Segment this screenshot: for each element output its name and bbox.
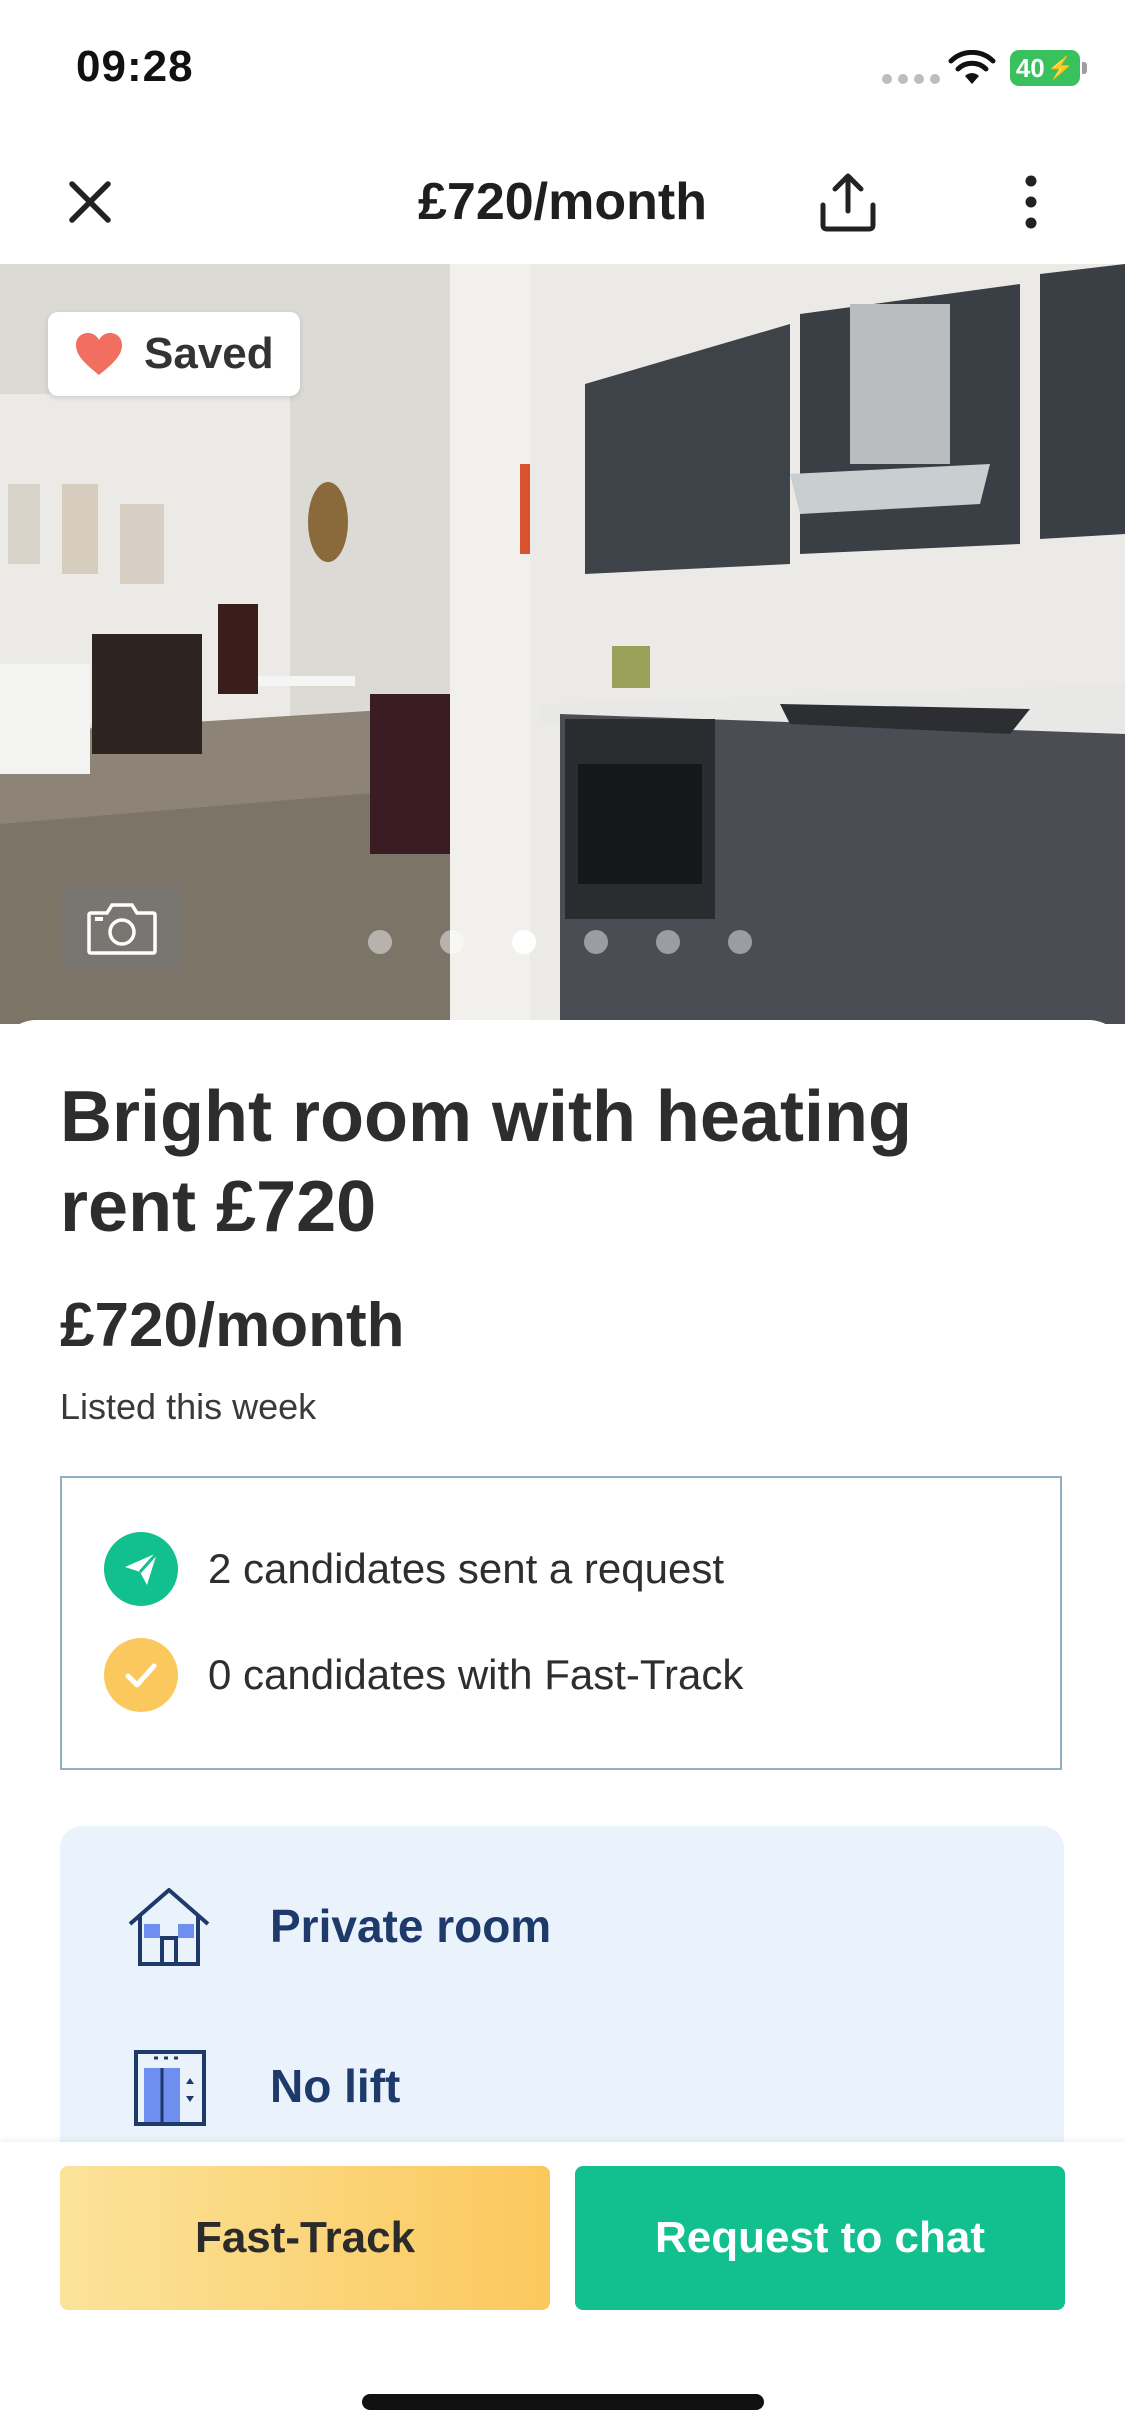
listing-title: Bright room with heating rent £720 — [60, 1077, 912, 1247]
carousel-dots — [368, 930, 752, 954]
carousel-dot[interactable] — [368, 930, 392, 954]
paper-plane-icon — [104, 1532, 178, 1606]
battery-icon: 40 ⚡ — [1010, 50, 1087, 86]
cellular-signal-icon — [882, 74, 940, 84]
nav-title: £720/month — [418, 173, 707, 231]
share-button[interactable] — [810, 162, 886, 242]
feature-private-room: Private room — [124, 1884, 551, 1968]
saved-label: Saved — [144, 329, 274, 378]
share-icon — [820, 173, 876, 232]
feature-label: No lift — [270, 2060, 401, 2112]
carousel-dot[interactable] — [728, 930, 752, 954]
status-bar: 09:28 40 ⚡ — [0, 0, 1125, 140]
carousel-dot[interactable] — [512, 930, 536, 954]
charging-bolt-icon: ⚡ — [1046, 55, 1075, 80]
saved-toggle[interactable]: Saved — [48, 312, 300, 396]
heart-icon — [76, 333, 122, 375]
lift-icon — [134, 2050, 206, 2126]
request-to-chat-button[interactable]: Request to chat — [575, 2166, 1065, 2310]
top-nav: £720/month — [0, 140, 1125, 265]
requests-count-text: 2 candidates sent a request — [208, 1545, 725, 1592]
candidates-box: 2 candidates sent a request 0 candidates… — [60, 1476, 1062, 1770]
listing-price: £720/month — [60, 1291, 405, 1360]
status-time: 09:28 — [76, 42, 194, 91]
carousel-dot[interactable] — [584, 930, 608, 954]
home-indicator[interactable] — [362, 2394, 764, 2410]
feature-no-lift: No lift — [124, 2044, 400, 2128]
wifi-icon — [948, 50, 996, 84]
requests-row: 2 candidates sent a request — [104, 1532, 724, 1606]
photo-carousel[interactable]: Saved — [0, 264, 1125, 1024]
carousel-dot[interactable] — [440, 930, 464, 954]
house-icon — [128, 1888, 210, 1966]
feature-label: Private room — [270, 1900, 552, 1952]
more-button[interactable] — [1006, 162, 1056, 242]
fast-track-count-text: 0 candidates with Fast-Track — [208, 1651, 744, 1698]
fast-track-row: 0 candidates with Fast-Track — [104, 1638, 743, 1712]
fast-track-button[interactable]: Fast-Track — [60, 2166, 550, 2310]
checkmark-icon — [104, 1638, 178, 1712]
listed-date: Listed this week — [60, 1386, 317, 1427]
more-vertical-icon — [1025, 175, 1037, 229]
battery-level: 40 — [1015, 52, 1045, 83]
carousel-dot[interactable] — [656, 930, 680, 954]
gallery-button[interactable] — [62, 884, 182, 972]
bottom-action-bar: Fast-Track Request to chat — [0, 2142, 1125, 2436]
camera-icon — [87, 903, 157, 955]
